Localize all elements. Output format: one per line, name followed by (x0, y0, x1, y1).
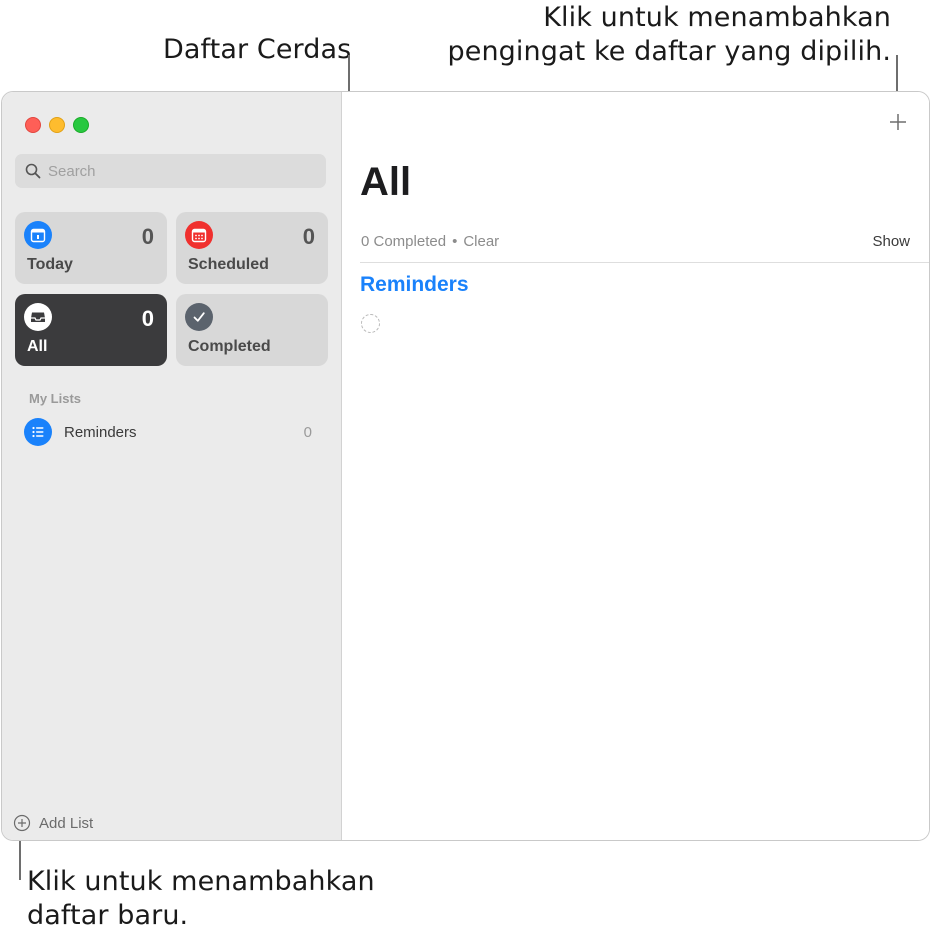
completed-summary: 0 Completed • Clear (361, 233, 499, 250)
tray-icon (24, 303, 52, 331)
add-list-label: Add List (39, 815, 94, 832)
smart-list-today[interactable]: 0 Today (15, 212, 167, 284)
plus-icon (890, 114, 906, 130)
list-group-title: Reminders (360, 273, 469, 296)
search-placeholder: Search (48, 163, 96, 180)
divider (360, 262, 929, 263)
smart-list-label: All (27, 338, 48, 355)
smart-list-all[interactable]: 0 All (15, 294, 167, 366)
callout-add-list-line1: Klik untuk menambahkan (27, 866, 375, 897)
callout-add-reminder-line2: pengingat ke daftar yang dipilih. (447, 36, 891, 67)
main-content: All 0 Completed • Clear Show Reminders (342, 92, 929, 840)
smart-list-label: Scheduled (188, 256, 269, 273)
smart-list-label: Today (27, 256, 73, 273)
calendar-today-icon (24, 221, 52, 249)
show-completed-button[interactable]: Show (872, 233, 910, 250)
list-count: 0 (303, 424, 312, 441)
callout-add-list: Klik untuk menambahkan daftar baru. (27, 865, 375, 933)
smart-list-count: 0 (141, 224, 154, 249)
new-reminder-checkbox[interactable] (361, 314, 380, 333)
window-zoom-button[interactable] (73, 117, 89, 133)
add-reminder-button[interactable] (887, 111, 909, 133)
window-close-button[interactable] (25, 117, 41, 133)
callout-add-reminder: Klik untuk menambahkan pengingat ke daft… (448, 1, 892, 69)
window-minimize-button[interactable] (49, 117, 65, 133)
sidebar: Search 0 Today 0 Scheduled 0 All Complet… (2, 92, 342, 840)
smart-list-label: Completed (188, 338, 271, 355)
calendar-grid-icon (185, 221, 213, 249)
callout-smart-lists: Daftar Cerdas (163, 33, 351, 67)
separator-dot: • (452, 233, 458, 250)
list-bullet-icon (24, 418, 52, 446)
smart-list-completed[interactable]: Completed (176, 294, 328, 366)
smart-list-count: 0 (141, 306, 154, 331)
smart-list-scheduled[interactable]: 0 Scheduled (176, 212, 328, 284)
completed-count: 0 Completed (361, 233, 447, 250)
clear-button[interactable]: Clear (463, 233, 499, 250)
callout-smart-lists-text: Daftar Cerdas (163, 34, 352, 65)
reminders-window: Search 0 Today 0 Scheduled 0 All Complet… (1, 91, 930, 841)
smart-list-count: 0 (302, 224, 315, 249)
callout-add-reminder-line1: Klik untuk menambahkan (543, 2, 891, 33)
list-item-reminders[interactable]: Reminders 0 (15, 416, 326, 448)
checkmark-icon (185, 303, 213, 331)
my-lists-header: My Lists (29, 391, 82, 406)
search-field[interactable]: Search (15, 154, 326, 188)
search-icon (25, 163, 41, 179)
list-name: Reminders (64, 424, 137, 441)
page-title: All (360, 160, 412, 204)
callout-add-list-line2: daftar baru. (27, 900, 189, 931)
plus-circle-icon (13, 814, 31, 832)
